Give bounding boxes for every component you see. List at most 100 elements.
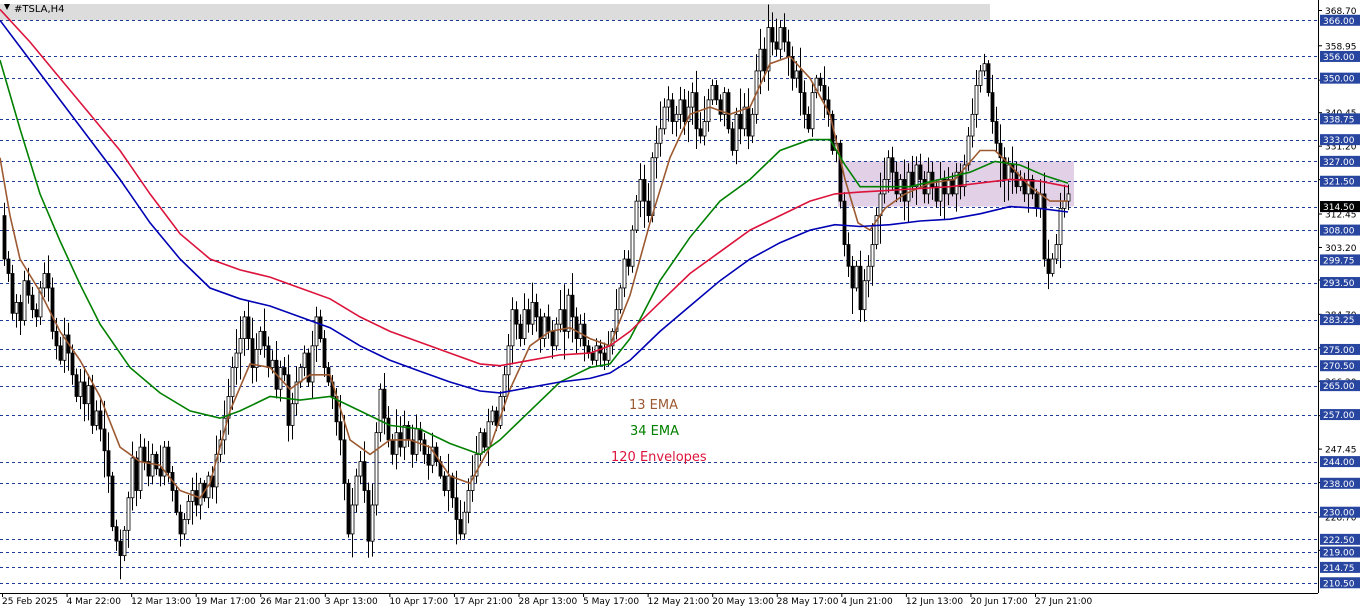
candle-body xyxy=(286,374,291,426)
level-label: 219.00 xyxy=(1323,549,1355,559)
candle-body xyxy=(2,215,7,260)
time-tick-label: 28 Apr 13:00 xyxy=(519,597,578,607)
candle-body xyxy=(606,345,611,361)
candle-body xyxy=(730,128,735,151)
candle-body xyxy=(490,410,495,423)
candle-body xyxy=(134,457,139,491)
candle-body xyxy=(810,92,815,130)
level-label: 356.00 xyxy=(1323,53,1355,63)
candle-body xyxy=(122,529,127,557)
level-label: 275.00 xyxy=(1323,346,1355,356)
level-label: 238.00 xyxy=(1323,480,1355,490)
candle-body xyxy=(650,157,655,217)
candle-body xyxy=(938,179,943,202)
candle-body xyxy=(566,294,571,332)
candle-body xyxy=(78,381,83,397)
candle-body xyxy=(506,345,511,376)
candle-body xyxy=(54,330,59,347)
candle-body xyxy=(978,70,983,86)
candle-body xyxy=(654,142,659,159)
candle-body xyxy=(510,309,515,347)
candle-body xyxy=(14,302,19,314)
candle-body xyxy=(390,439,395,455)
candle-body xyxy=(990,92,995,122)
candle-body xyxy=(94,410,99,426)
price-tick-label: 303.20 xyxy=(1325,244,1357,254)
level-label: 333.00 xyxy=(1323,136,1355,146)
candle-body xyxy=(234,352,239,368)
candle-body xyxy=(306,352,311,383)
candle-body xyxy=(250,338,255,368)
candle-body xyxy=(126,497,131,531)
level-label: 321.50 xyxy=(1323,178,1355,188)
candle-body xyxy=(662,106,667,130)
candle-body xyxy=(554,323,559,347)
candle-body xyxy=(350,504,355,535)
candle-body xyxy=(174,490,179,513)
level-label: 299.75 xyxy=(1323,256,1355,266)
candle-body xyxy=(378,388,383,434)
candle-body xyxy=(178,511,183,535)
candle-body xyxy=(362,461,367,491)
candle-body xyxy=(1066,193,1071,202)
candle-body xyxy=(1006,164,1011,180)
candle-body xyxy=(762,48,767,72)
level-label: 257.00 xyxy=(1323,411,1355,421)
candle-body xyxy=(818,77,823,86)
candle-body xyxy=(846,244,851,267)
candle-body xyxy=(994,121,999,144)
candle-body xyxy=(986,63,991,94)
candle-body xyxy=(454,497,459,520)
level-label: 244.00 xyxy=(1323,458,1355,468)
candle-body xyxy=(678,99,683,115)
price-tick-label: 247.45 xyxy=(1325,446,1357,456)
candle-body xyxy=(246,316,251,339)
level-label: 293.50 xyxy=(1323,279,1355,289)
candle-body xyxy=(822,84,827,101)
symbol-caret-icon[interactable] xyxy=(4,4,10,10)
candle-body xyxy=(670,99,675,122)
time-tick-label: 12 May 21:00 xyxy=(648,597,710,607)
candle-body xyxy=(158,468,163,477)
candle-body xyxy=(586,345,591,354)
candle-body xyxy=(262,330,267,347)
candle-body xyxy=(486,421,491,448)
candle-body xyxy=(114,526,119,542)
candle-body xyxy=(374,432,379,506)
candle-body xyxy=(910,171,915,188)
current-price-label: 314.50 xyxy=(1323,203,1355,213)
candle-body xyxy=(934,186,939,202)
candle-body xyxy=(90,385,95,426)
candle-body xyxy=(522,309,527,339)
candle-body xyxy=(774,41,779,50)
candle-body xyxy=(798,70,803,94)
time-tick-label: 28 May 17:00 xyxy=(777,597,839,607)
candle-body xyxy=(550,330,555,347)
candle-body xyxy=(734,113,739,151)
candle-body xyxy=(802,92,807,115)
legend-120-envelopes: 120 Envelopes xyxy=(611,450,707,465)
candle-body xyxy=(154,453,159,470)
candle-body xyxy=(138,446,143,491)
candle-body xyxy=(518,323,523,339)
price-tick-label: 358.95 xyxy=(1325,42,1357,52)
level-label: 214.75 xyxy=(1323,564,1355,574)
chart-area[interactable]: 368.70358.95349.45340.45331.20321.95312.… xyxy=(0,0,1362,611)
candle-body xyxy=(466,490,471,513)
time-tick-label: 4 Mar 22:00 xyxy=(67,597,122,607)
candle-body xyxy=(702,121,707,137)
level-label: 366.00 xyxy=(1323,17,1355,27)
candle-body xyxy=(1054,244,1059,260)
candle-body xyxy=(22,280,27,321)
time-tick-label: 5 May 17:00 xyxy=(583,597,639,607)
time-tick-label: 26 Mar 21:00 xyxy=(260,597,320,607)
candle-body xyxy=(462,511,467,535)
candle-body xyxy=(886,157,891,180)
price-chart[interactable]: 368.70358.95349.45340.45331.20321.95312.… xyxy=(0,0,1362,611)
candle-body xyxy=(758,48,763,72)
candle-body xyxy=(890,157,895,173)
candle-body xyxy=(794,70,799,79)
candle-body xyxy=(166,446,171,473)
level-label: 283.25 xyxy=(1323,316,1355,326)
candle-body xyxy=(858,265,863,311)
